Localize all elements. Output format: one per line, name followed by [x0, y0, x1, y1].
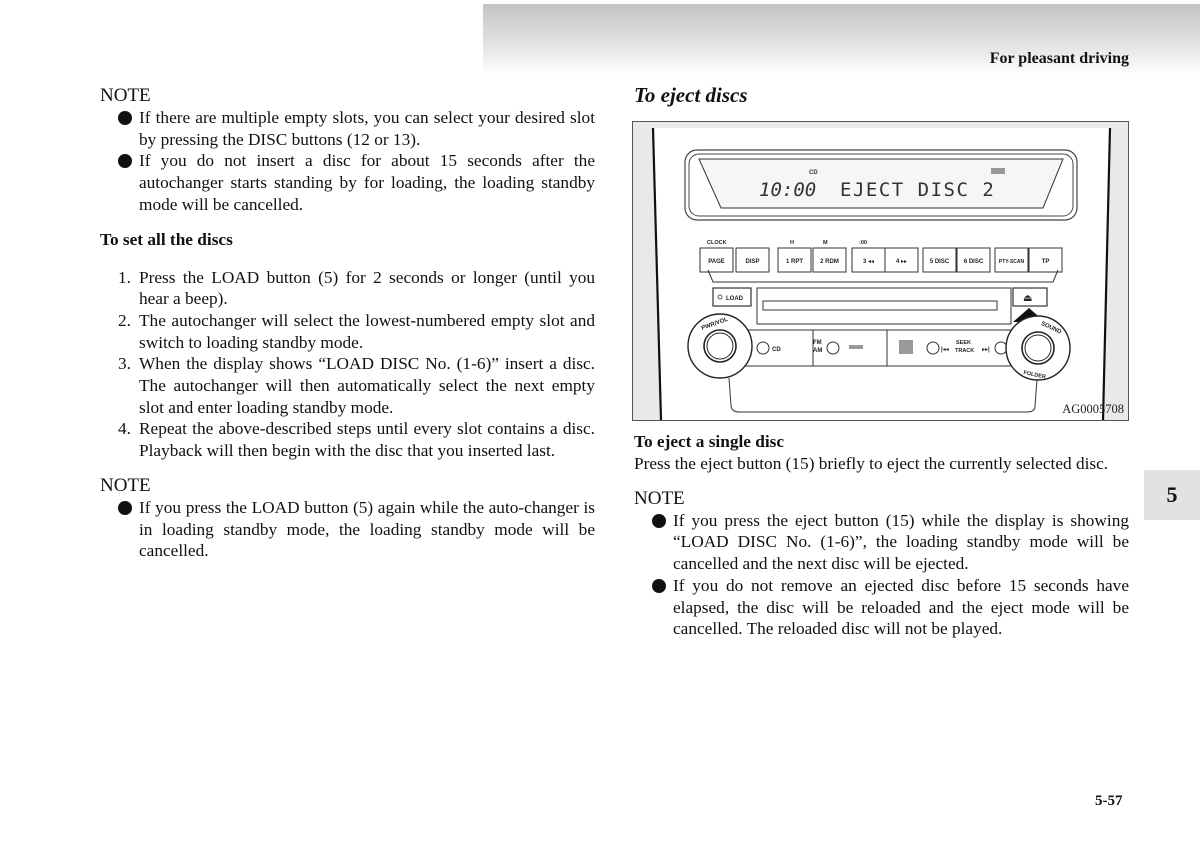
bullet-icon	[118, 500, 132, 515]
preset-button-label: PTY-SCAN	[999, 259, 1025, 265]
header-title: For pleasant driving	[989, 50, 1129, 67]
note-bullet: If you do not insert a disc for about 15…	[118, 150, 595, 215]
sound-folder-knob: SOUND FOLDER	[1005, 315, 1071, 381]
seek-label: SEEK	[956, 340, 971, 346]
svg-text:|◂◂: |◂◂	[941, 347, 949, 353]
svg-text:▸▸|: ▸▸|	[982, 347, 990, 353]
label-zero: :00	[859, 240, 867, 246]
right-column: To eject discs	[634, 82, 1129, 108]
bullet-icon	[118, 111, 132, 125]
preset-button-label: DISP	[745, 259, 759, 265]
preset-button: 3 ◂◂	[851, 247, 886, 273]
note-label: NOTE	[100, 474, 151, 496]
am-label: AM	[813, 348, 822, 354]
note-bullet: If there are multiple empty slots, you c…	[118, 107, 595, 150]
preset-button: 6 DISC	[956, 247, 991, 273]
bullet-icon	[118, 154, 132, 169]
note-bullets: If there are multiple empty slots, you c…	[100, 107, 595, 216]
cd-button-label: CD	[772, 347, 781, 353]
svg-text:LOAD: LOAD	[726, 296, 744, 302]
steps-list: 1. Press the LOAD button (5) for 2 second…	[100, 267, 595, 462]
preset-button: DISP	[735, 247, 770, 273]
preset-button: 2 RDM	[812, 247, 847, 273]
step-item: 2. The autochanger will select the lowest…	[118, 310, 595, 352]
display-message: EJECT DISC 2	[840, 179, 995, 201]
preset-button: 4 ▸▸	[884, 247, 919, 273]
preset-button: 1 RPT	[777, 247, 812, 273]
note-label: NOTE	[100, 85, 151, 106]
label-hour: H	[790, 240, 794, 246]
preset-button-row: PAGE DISP 1 RPT 2 RDM 3 ◂◂ 4 ▸▸ 5 DISC 6 DISC PT…	[699, 247, 1063, 273]
page-number: 5-57	[1095, 793, 1123, 809]
note-bullets: If you press the LOAD button (5) again w…	[100, 497, 595, 562]
preset-button-label: 2 RDM	[820, 259, 839, 265]
note-label: NOTE	[634, 487, 685, 509]
preset-button-label: 4 ▸▸	[896, 259, 907, 265]
step-item: 1. Press the LOAD button (5) for 2 second…	[118, 267, 595, 309]
display-source-indicator: CD	[809, 170, 818, 176]
note-bullet: If you press the LOAD button (5) again w…	[118, 497, 595, 562]
audio-unit-figure: CD 10:00 EJECT DISC 2 CLOCK H M :00 PAGE…	[632, 121, 1129, 421]
bullet-icon	[652, 578, 666, 593]
section-heading-eject-single: To eject a single disc	[634, 432, 785, 451]
step-item: 3. When the display shows “LOAD DISC No. …	[118, 354, 595, 417]
audio-unit-illustration: CD 10:00 EJECT DISC 2 CLOCK H M :00 PAGE…	[651, 127, 1112, 421]
label-minute: M	[823, 240, 828, 246]
eject-button: ⏏	[1012, 287, 1048, 307]
note-bullet: If you do not remove an ejected disc bef…	[652, 575, 1129, 640]
pwr-vol-knob: PWR/VOL	[687, 313, 753, 379]
disc-in-indicator	[991, 168, 1005, 174]
note-bullet: If you press the eject button (15) while…	[652, 510, 1129, 575]
eject-single-section: To eject a single disc Press the eject b…	[634, 431, 1129, 640]
preset-button-label: TP	[1042, 259, 1050, 265]
preset-button: PTY-SCAN	[994, 247, 1029, 273]
preset-button: 5 DISC	[922, 247, 957, 273]
preset-button-label: PAGE	[708, 259, 725, 265]
eject-single-text: Press the eject button (15) briefly to e…	[634, 454, 1109, 473]
left-column: NOTE If there are multiple empty slots, …	[100, 85, 595, 562]
figure-id: AG0005708	[1062, 402, 1124, 416]
preset-button: PAGE	[699, 247, 734, 273]
display-clock: 10:00	[759, 179, 816, 201]
preset-button-label: 5 DISC	[930, 259, 950, 265]
preset-button-label: 1 RPT	[786, 259, 803, 265]
track-label: TRACK	[955, 348, 974, 354]
label-clock: CLOCK	[707, 240, 727, 246]
preset-button-label: 3 ◂◂	[863, 259, 874, 265]
section-title: To eject discs	[634, 83, 748, 107]
section-heading-set-all: To set all the discs	[100, 229, 233, 249]
load-button: LOAD	[712, 287, 752, 307]
note-bullets: If you press the eject button (15) while…	[634, 510, 1129, 640]
preset-button: TP	[1028, 247, 1063, 273]
fm-label: FM	[813, 340, 822, 346]
preset-button-label: 6 DISC	[964, 259, 984, 265]
bullet-icon	[652, 513, 666, 528]
disc-slot	[762, 300, 998, 311]
eject-icon: ⏏	[1023, 293, 1032, 304]
step-item: 4. Repeat the above-described steps until…	[118, 419, 595, 461]
chapter-tab: 5	[1144, 470, 1200, 520]
